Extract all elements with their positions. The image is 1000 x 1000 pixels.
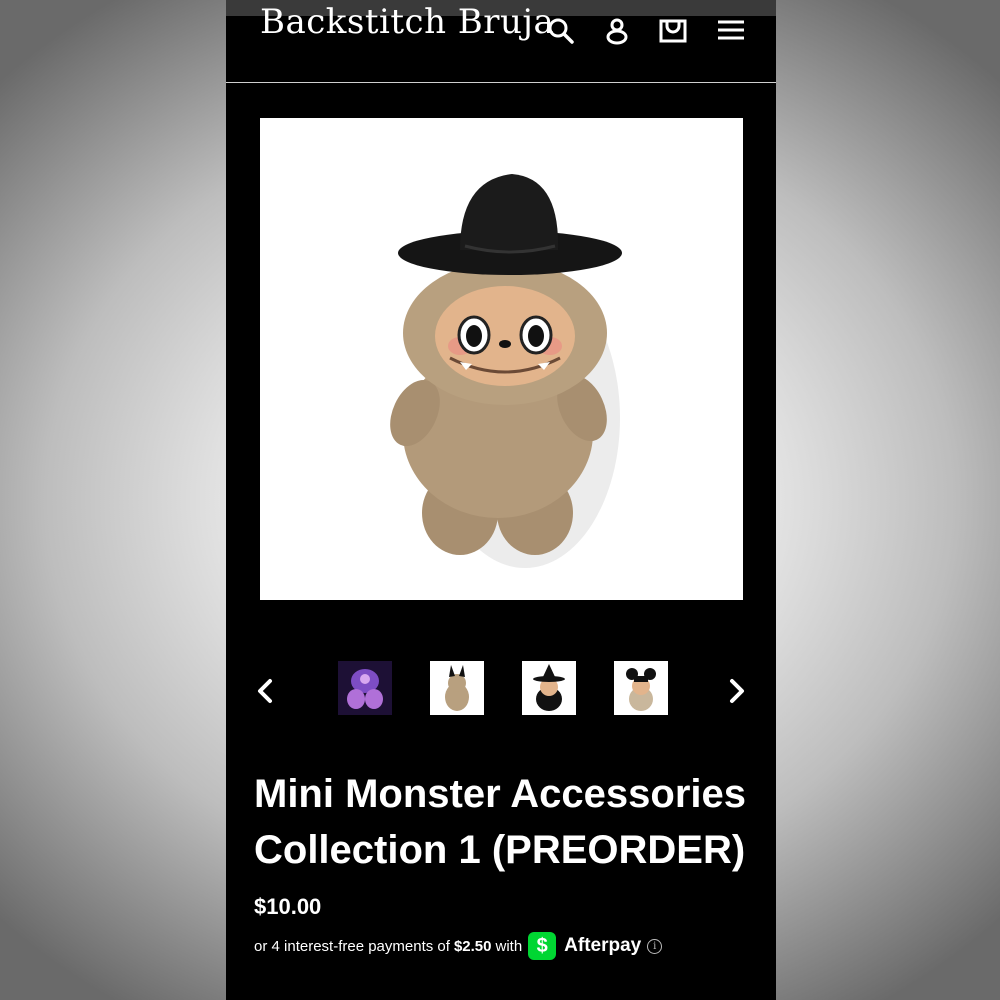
main-product-image[interactable] [260, 118, 743, 600]
installments-prefix: or 4 interest-free payments of [254, 937, 450, 955]
product-title-line-1: Mini Monster Accessories [254, 772, 747, 816]
info-icon[interactable]: i [647, 938, 663, 954]
product-price: $10.00 [254, 894, 322, 919]
thumbnail-2[interactable] [430, 661, 484, 715]
thumbnail-4[interactable] [614, 661, 668, 715]
cart-icon[interactable] [656, 16, 690, 50]
account-icon[interactable] [600, 16, 634, 50]
gallery-next-button[interactable] [722, 674, 754, 708]
plush-monster-image [260, 118, 743, 600]
afterpay-label: Afterpay [564, 935, 642, 956]
store-logo[interactable]: Backstitch Bruja [260, 2, 554, 42]
installments-with: with [495, 937, 523, 955]
product-title-line-2: Collection 1 (PREORDER) [254, 828, 746, 872]
product-title: Mini Monster Accessories Collection 1 (P… [254, 766, 754, 878]
menu-icon[interactable] [714, 16, 748, 50]
thumbnail-3[interactable] [522, 661, 576, 715]
chevron-right-icon [730, 679, 744, 703]
product-page: Backstitch Bruja Mini Monster Accessorie… [226, 0, 776, 1000]
thumbnail-1[interactable] [338, 661, 392, 715]
afterpay-installments: or 4 interest-free payments of $2.50 wit… [254, 932, 663, 960]
search-icon[interactable] [544, 16, 578, 50]
chevron-left-icon [258, 679, 272, 703]
installment-amount: $2.50 [453, 937, 492, 955]
gallery-prev-button[interactable] [248, 674, 280, 708]
site-header: Backstitch Bruja [226, 2, 776, 83]
cashapp-icon: $ [528, 932, 557, 960]
